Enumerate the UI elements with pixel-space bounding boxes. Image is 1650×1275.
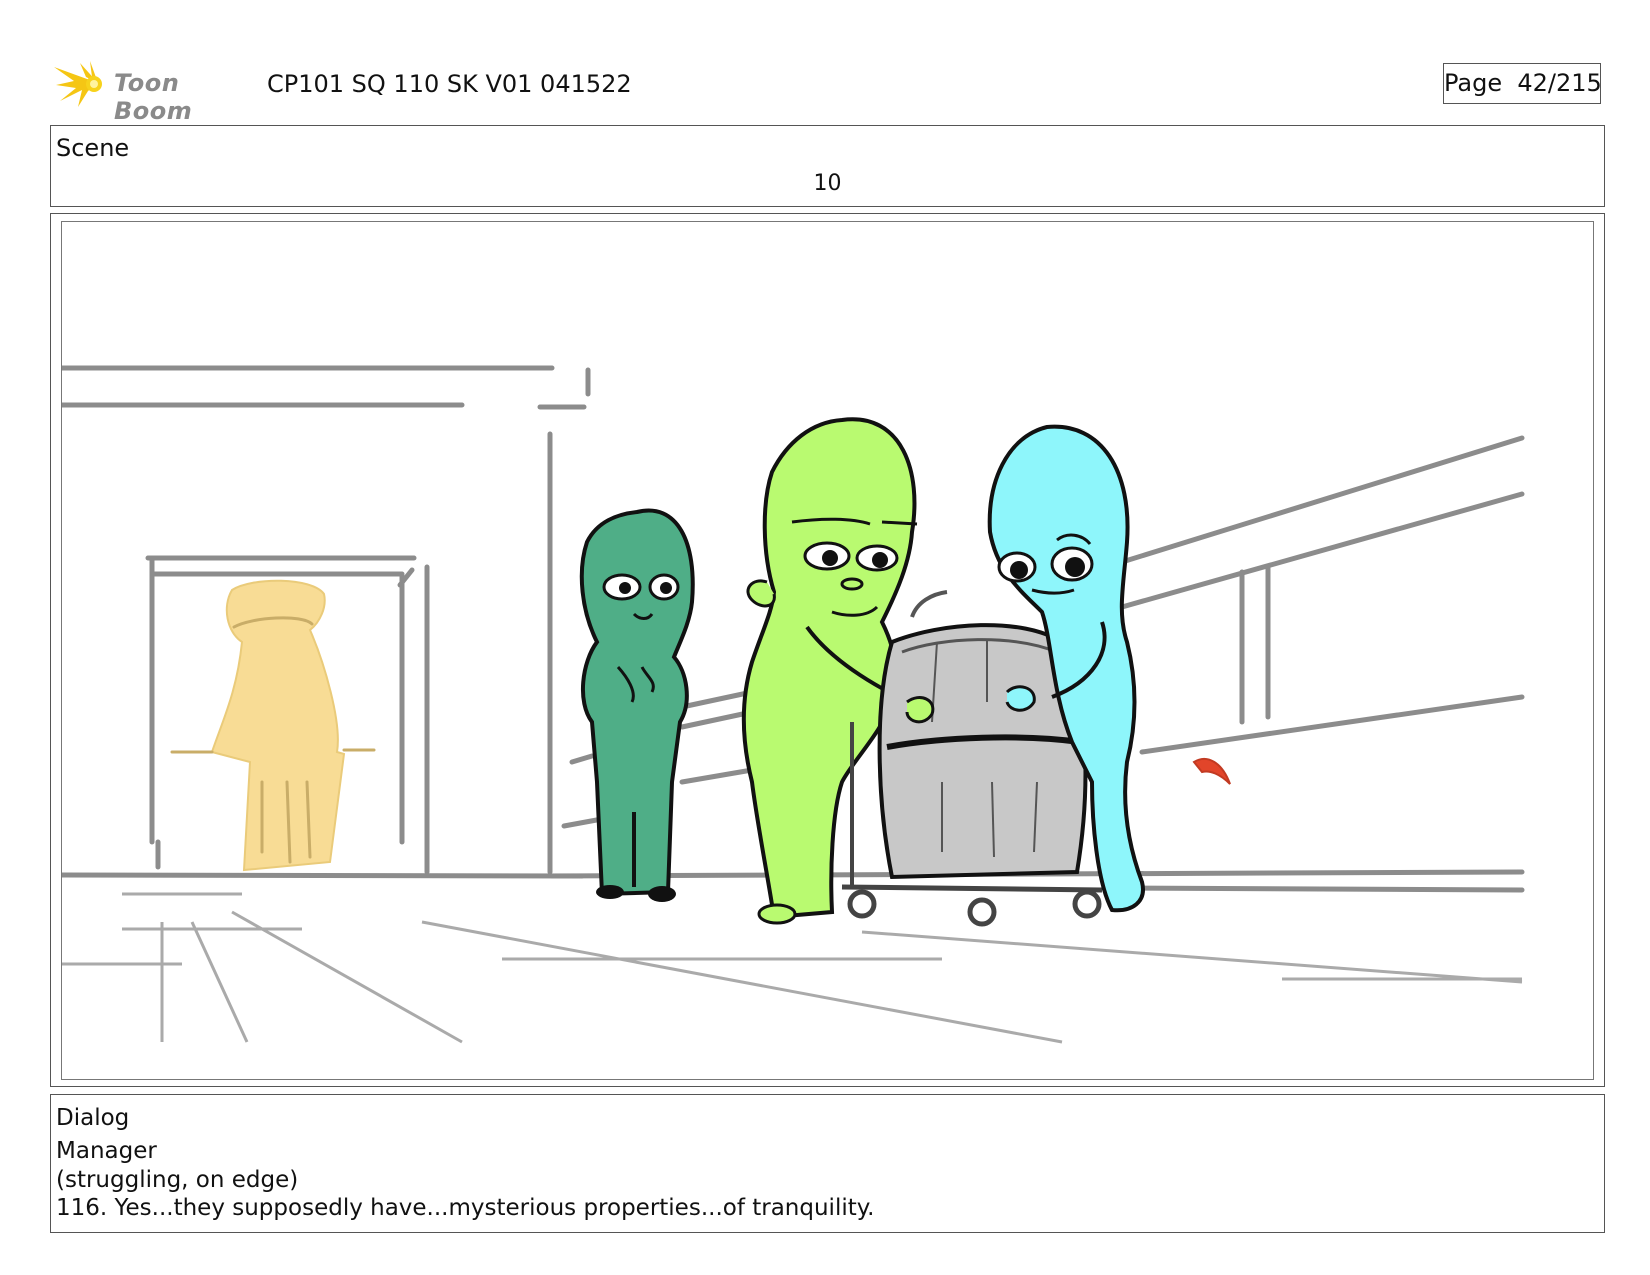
dialog-field: Dialog Manager (struggling, on edge) 116… bbox=[50, 1094, 1605, 1233]
dialog-label: Dialog bbox=[56, 1105, 130, 1131]
starburst-icon bbox=[54, 61, 102, 107]
toon-boom-logo: Toon Boom bbox=[54, 59, 254, 125]
page-number: Page 42/215 bbox=[1443, 63, 1602, 104]
storyboard-sketch bbox=[62, 365, 1525, 1044]
yellow-figure bbox=[210, 579, 346, 872]
scene-number: 10 bbox=[813, 171, 842, 196]
page-header: Toon Boom CP101 SQ 110 SK V01 041522 Pag… bbox=[50, 55, 1610, 125]
dark-green-figure bbox=[579, 508, 695, 902]
dialog-direction: (struggling, on edge) bbox=[56, 1167, 299, 1193]
dialog-character: Manager bbox=[56, 1138, 157, 1164]
red-accent-mark bbox=[1192, 757, 1231, 785]
scene-label: Scene bbox=[56, 134, 130, 162]
document-title: CP101 SQ 110 SK V01 041522 bbox=[267, 70, 632, 98]
storyboard-panel bbox=[50, 213, 1605, 1087]
scene-field: Scene 10 bbox=[50, 125, 1605, 207]
logo-text: Toon Boom bbox=[114, 69, 193, 125]
panel-frame bbox=[61, 221, 1594, 1080]
dialog-line: 116. Yes...they supposedly have...myster… bbox=[56, 1195, 875, 1221]
